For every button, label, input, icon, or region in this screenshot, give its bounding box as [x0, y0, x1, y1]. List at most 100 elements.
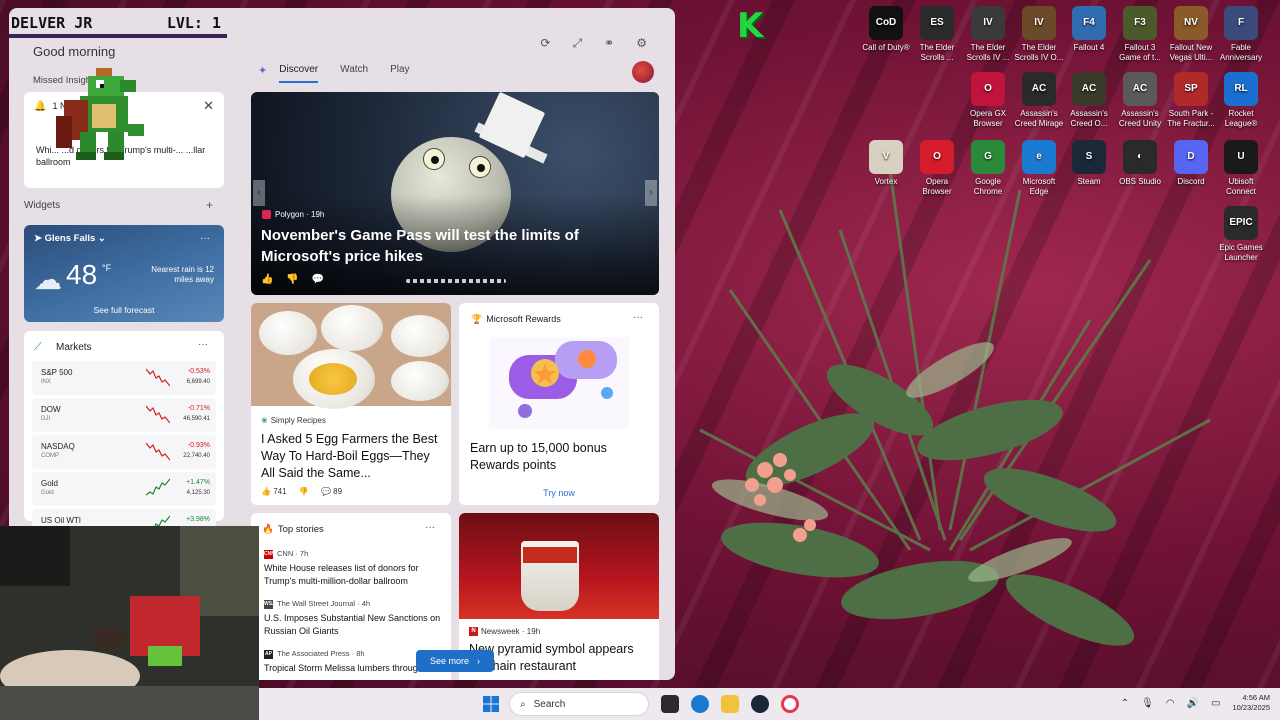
rewards-headline[interactable]: Earn up to 15,000 bonus Rewards points	[470, 440, 650, 474]
task-view-icon[interactable]	[661, 695, 679, 713]
avatar[interactable]	[632, 61, 654, 83]
volume-icon[interactable]: 🔊	[1187, 698, 1199, 709]
market-change: -0.53%	[187, 368, 210, 375]
carousel-prev-button[interactable]: ‹	[253, 180, 265, 206]
desktop-icon[interactable]: ◐ OBS Studio	[1114, 140, 1166, 187]
chevron-down-icon[interactable]: ⌄	[95, 233, 106, 244]
more-options-icon[interactable]: ···	[633, 312, 643, 323]
market-row[interactable]: NASDAQ COMP -0.93% 22,740.40	[32, 435, 216, 469]
see-more-button[interactable]: See more ›	[416, 650, 494, 672]
dislike-icon[interactable]: 👎	[286, 274, 298, 285]
copilot-icon[interactable]: ✦	[258, 64, 267, 83]
close-icon[interactable]: ✕	[203, 98, 214, 114]
app-icon: AC	[1072, 72, 1106, 106]
tab-discover[interactable]: Discover	[279, 64, 319, 83]
desktop-icon[interactable]: CoD Call of Duty®	[860, 6, 912, 53]
desktop-icon[interactable]: EPIC Epic Games Launcher	[1215, 206, 1267, 263]
more-options-icon[interactable]: ···	[425, 522, 435, 533]
desktop-icon[interactable]: O Opera Browser	[911, 140, 963, 197]
add-widget-button[interactable]: +	[206, 198, 213, 212]
article-headline[interactable]: I Asked 5 Egg Farmers the Best Way To Ha…	[261, 431, 443, 482]
streamer-overlay: DELVER JR LVL: 1	[9, 14, 227, 38]
story-item[interactable]: WSJ The Wall Street Journal · 4h U.S. Imp…	[264, 599, 444, 638]
markets-title: Markets	[56, 342, 92, 353]
try-now-link[interactable]: Try now	[459, 488, 659, 498]
desktop-icon[interactable]: AC Assassin's Creed Unity	[1114, 72, 1166, 129]
rewards-card[interactable]: 🏆 Microsoft Rewards ··· Earn up to 15,000…	[459, 303, 659, 505]
taskbar: ⌕ Search ⌃ 🎙 ◠ 🔊 ▭ 4:56 AM 10/23/2025	[259, 688, 1280, 720]
see-full-forecast-link[interactable]: See full forecast	[24, 305, 224, 315]
article-card[interactable]: ❀ Simply Recipes I Asked 5 Egg Farmers th…	[251, 303, 451, 505]
desktop-icon-label: Assassin's Creed O...	[1070, 109, 1108, 128]
chevron-up-icon[interactable]: ⌃	[1121, 698, 1129, 709]
desktop-icon[interactable]: ES The Elder Scrolls ...	[911, 6, 963, 63]
story-source: CNN CNN · 7h	[264, 549, 444, 559]
markets-widget[interactable]: ⟋ Markets ··· S&P 500 INX -0.53% 6,699.40 DO…	[24, 331, 224, 543]
story-item[interactable]: CNN CNN · 7h White House releases list of…	[264, 549, 444, 588]
battery-icon[interactable]: ▭	[1211, 698, 1220, 709]
article-headline[interactable]: New pyramid symbol appears on chain rest…	[469, 641, 651, 675]
weather-location[interactable]: Glens Falls	[45, 233, 96, 244]
desktop-icon[interactable]: RL Rocket League®	[1215, 72, 1267, 129]
article-source: ❀ Simply Recipes	[261, 416, 326, 425]
link-icon[interactable]: ⚭	[604, 36, 614, 51]
market-row[interactable]: DOW DJI -0.71% 46,590.41	[32, 398, 216, 432]
more-options-icon[interactable]: ···	[200, 233, 210, 244]
market-row[interactable]: Gold Gold +1.47% 4,125.30	[32, 472, 216, 506]
article-headline[interactable]: November's Game Pass will test the limit…	[261, 225, 641, 267]
app-icon: F4	[1072, 6, 1106, 40]
market-row[interactable]: S&P 500 INX -0.53% 6,699.40	[32, 361, 216, 395]
source-label: Newsweek · 19h	[481, 627, 541, 636]
desktop-icon[interactable]: S Steam	[1063, 140, 1115, 187]
tab-watch[interactable]: Watch	[340, 64, 368, 83]
desktop-icon[interactable]: NV Fallout New Vegas Ulti...	[1165, 6, 1217, 63]
desktop-icon[interactable]: SP South Park - The Fractur...	[1165, 72, 1217, 129]
desktop-icon[interactable]: F4 Fallout 4	[1063, 6, 1115, 53]
desktop-icon[interactable]: U Ubisoft Connect	[1215, 140, 1267, 197]
like-icon[interactable]: 👍	[261, 487, 273, 496]
carousel-next-button[interactable]: ›	[645, 180, 657, 206]
app-icon: D	[1174, 140, 1208, 174]
desktop-icon[interactable]: D Discord	[1165, 140, 1217, 187]
wifi-icon[interactable]: ◠	[1166, 698, 1175, 709]
comment-icon[interactable]: 💬	[321, 487, 333, 496]
file-explorer-icon[interactable]	[721, 695, 739, 713]
more-options-icon[interactable]: ···	[198, 339, 208, 350]
comment-icon[interactable]: 💬	[311, 274, 323, 285]
desktop-icon-label: Assassin's Creed Unity	[1118, 109, 1162, 128]
desktop-icon[interactable]: F Fable Anniversary	[1215, 6, 1267, 63]
fire-icon: 🔥	[262, 524, 274, 535]
desktop-icon[interactable]: IV The Elder Scrolls IV O...	[1013, 6, 1065, 63]
weather-widget[interactable]: ➤ Glens Falls ⌄ ··· ☁ 48 °F Nearest rain…	[24, 225, 224, 322]
edge-taskbar-icon[interactable]	[691, 695, 709, 713]
article-actions: 👍 👎 💬	[261, 274, 324, 285]
story-title[interactable]: U.S. Imposes Substantial New Sanctions o…	[264, 612, 444, 638]
microphone-icon[interactable]: 🎙	[1141, 698, 1154, 709]
windows-start-icon[interactable]	[483, 696, 499, 712]
desktop-icon[interactable]: AC Assassin's Creed O...	[1063, 72, 1115, 129]
settings-icon[interactable]: ⚙	[636, 36, 647, 51]
desktop-icon[interactable]: e Microsoft Edge	[1013, 140, 1065, 197]
app-icon: S	[1072, 140, 1106, 174]
market-symbol: US Oil WTI	[41, 516, 81, 525]
expand-icon[interactable]: ⤢	[573, 36, 583, 51]
desktop-icon[interactable]: O Opera GX Browser	[962, 72, 1014, 129]
market-exchange: INX	[41, 379, 52, 385]
clock[interactable]: 4:56 AM 10/23/2025	[1232, 693, 1270, 713]
desktop-icon[interactable]: IV The Elder Scrolls IV ...	[962, 6, 1014, 63]
story-title[interactable]: White House releases list of donors for …	[264, 562, 444, 588]
desktop-icon-label: Epic Games Launcher	[1219, 243, 1263, 262]
polygon-logo	[262, 210, 271, 220]
steam-taskbar-icon[interactable]	[751, 695, 769, 713]
dislike-icon[interactable]: 👎	[299, 487, 309, 496]
refresh-icon[interactable]: ⟳	[541, 36, 551, 51]
desktop-icon[interactable]: AC Assassin's Creed Mirage	[1013, 72, 1065, 129]
desktop-icon[interactable]: V Vortex	[860, 140, 912, 187]
taskbar-search-box[interactable]: ⌕ Search	[509, 692, 649, 716]
tab-play[interactable]: Play	[390, 64, 409, 83]
desktop-icon[interactable]: F3 Fallout 3 Game of t...	[1114, 6, 1166, 63]
like-icon[interactable]: 👍	[261, 274, 273, 285]
hero-article-card[interactable]: ‹ › Polygon · 19h November's Game Pass w…	[251, 92, 659, 295]
opera-taskbar-icon[interactable]	[781, 695, 799, 713]
desktop-icon[interactable]: G Google Chrome	[962, 140, 1014, 197]
